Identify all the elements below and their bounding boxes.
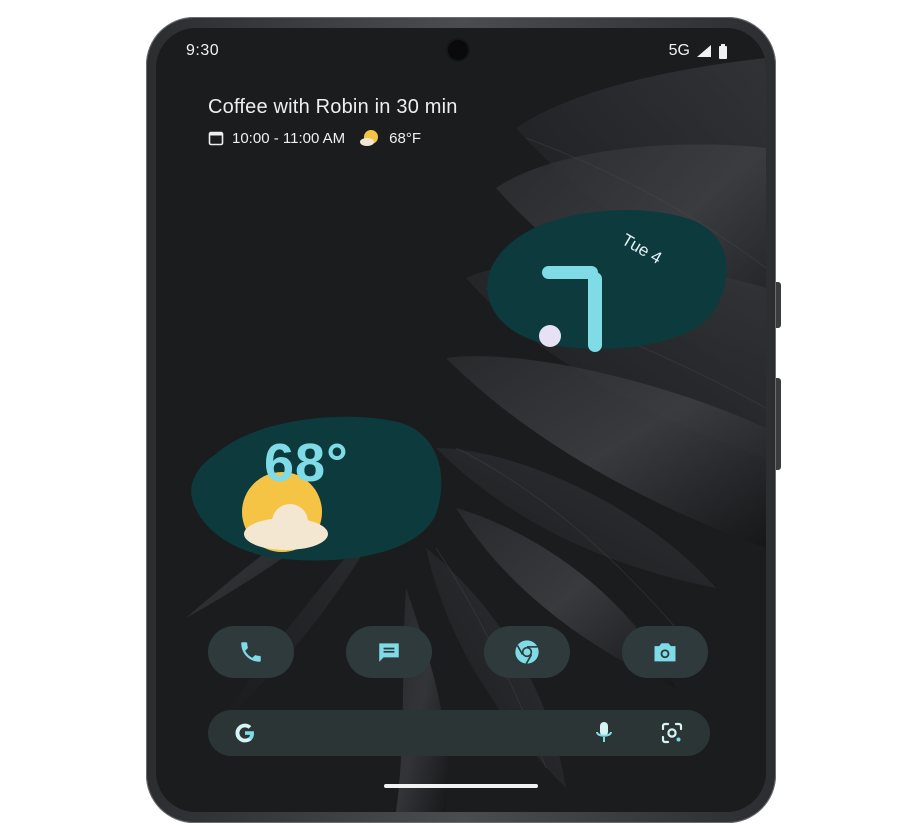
mic-icon[interactable] (594, 721, 614, 745)
phone-app-button[interactable] (208, 626, 294, 678)
network-label: 5G (668, 42, 690, 59)
partly-sunny-icon (360, 130, 379, 146)
weather-widget[interactable]: 68° (186, 410, 448, 562)
phone-screen: 9:30 5G Coffee with Robin in 30 min 10:0… (156, 28, 766, 812)
messages-app-button[interactable] (346, 626, 432, 678)
google-g-icon (235, 723, 254, 743)
power-button (776, 282, 781, 328)
phone-icon (241, 642, 261, 662)
google-search-bar[interactable] (208, 710, 710, 756)
at-a-glance-widget[interactable]: Coffee with Robin in 30 min 10:00 - 11:0… (208, 96, 458, 147)
glance-title: Coffee with Robin in 30 min (208, 96, 458, 118)
status-bar: 9:30 5G (156, 28, 766, 72)
status-time: 9:30 (186, 42, 220, 59)
signal-icon (697, 45, 711, 57)
glance-temperature: 68°F (389, 129, 421, 147)
weather-temperature: 68° (264, 433, 349, 493)
clock-widget[interactable]: Tue 4 (472, 202, 734, 352)
calendar-icon (208, 131, 224, 146)
battery-icon (719, 43, 727, 59)
clock-hour-hand (588, 272, 602, 352)
glance-details: 10:00 - 11:00 AM 68°F (208, 129, 458, 147)
messages-icon (379, 643, 399, 662)
volume-button (776, 378, 781, 470)
camera-icon (654, 643, 676, 662)
lens-icon[interactable] (660, 721, 684, 745)
clock-widget-shape (487, 210, 727, 352)
app-dock (208, 626, 710, 680)
front-camera (448, 40, 468, 60)
camera-app-button[interactable] (622, 626, 708, 678)
chrome-app-button[interactable] (484, 626, 570, 678)
chrome-icon (515, 640, 539, 665)
status-icons: 5G (669, 42, 728, 60)
clock-center-dot (539, 325, 561, 347)
glance-time-range: 10:00 - 11:00 AM (232, 129, 346, 147)
gesture-nav-handle[interactable] (384, 784, 538, 788)
